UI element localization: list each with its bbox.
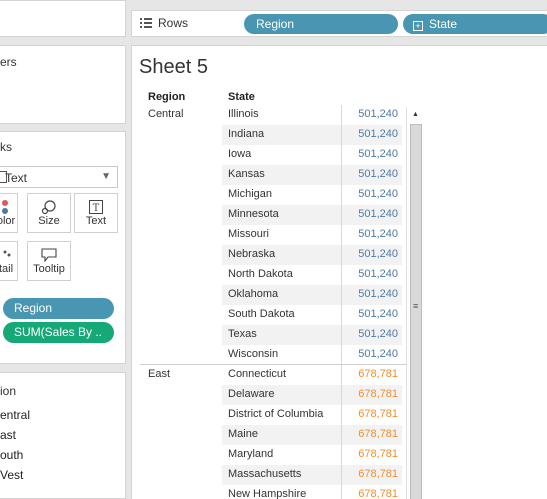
legend-item-west[interactable]: Vest: [0, 468, 23, 482]
sales-value-cell[interactable]: 501,240: [342, 308, 398, 320]
marks-title: ks: [0, 140, 12, 154]
sales-value-cell[interactable]: 678,781: [342, 468, 398, 480]
state-cell[interactable]: Texas: [228, 328, 257, 340]
state-cell[interactable]: Indiana: [228, 128, 264, 140]
sales-value-cell[interactable]: 501,240: [342, 168, 398, 180]
mark-type-label: Text: [5, 171, 28, 185]
sales-value-cell[interactable]: 501,240: [342, 348, 398, 360]
legend-title: ion: [0, 384, 17, 398]
sales-value-cell[interactable]: 678,781: [342, 408, 398, 420]
pages-card: [0, 0, 126, 37]
sheet-canvas: Sheet 5 Region State Central Illinois 501,…: [131, 45, 547, 499]
state-cell[interactable]: Oklahoma: [228, 288, 278, 300]
sales-value-cell[interactable]: 501,240: [342, 228, 398, 240]
state-cell[interactable]: Maryland: [228, 448, 273, 460]
scroll-thumb[interactable]: ≡: [410, 124, 422, 499]
tooltip-icon: [28, 247, 70, 263]
sales-value-cell[interactable]: 678,781: [342, 368, 398, 380]
rows-icon: [140, 18, 152, 28]
state-cell[interactable]: Illinois: [228, 108, 259, 120]
detail-label: tail: [0, 263, 14, 275]
size-icon: [28, 199, 70, 215]
rows-region-pill[interactable]: Region: [244, 14, 398, 34]
legend-item-east[interactable]: ast: [0, 428, 16, 442]
rows-label-text: Rows: [158, 16, 189, 30]
grip-icon: ≡: [413, 301, 419, 311]
header-state[interactable]: State: [228, 91, 255, 103]
scroll-up-icon[interactable]: ▲: [412, 111, 419, 118]
chevron-down-icon: ▼: [101, 171, 111, 182]
state-cell[interactable]: Connecticut: [228, 368, 286, 380]
state-cell[interactable]: Michigan: [228, 188, 272, 200]
marks-sales-pill[interactable]: SUM(Sales By ..: [3, 322, 114, 343]
state-cell[interactable]: Kansas: [228, 168, 265, 180]
text-icon: T: [75, 199, 117, 215]
left-panel: ers ks Text ▼ olor Size T Text: [0, 0, 126, 499]
plus-box-icon: +: [413, 21, 423, 31]
color-dots-icon: [0, 199, 17, 215]
sales-value-cell[interactable]: 501,240: [342, 328, 398, 340]
detail-button[interactable]: tail: [0, 241, 18, 281]
state-cell[interactable]: North Dakota: [228, 268, 293, 280]
region-label[interactable]: Central: [148, 108, 183, 120]
text-label: Text: [85, 215, 107, 227]
rows-shelf: Rows Region + State: [131, 10, 547, 37]
region-legend-card: ion entral ast outh Vest: [0, 372, 126, 499]
size-label: Size: [38, 215, 60, 227]
sales-value-cell[interactable]: 501,240: [342, 288, 398, 300]
legend-item-south[interactable]: outh: [0, 448, 23, 462]
sales-value-cell[interactable]: 501,240: [342, 128, 398, 140]
value-column-divider: [341, 105, 342, 499]
sales-value-cell[interactable]: 501,240: [342, 208, 398, 220]
sales-value-cell[interactable]: 501,240: [342, 148, 398, 160]
rows-state-pill-label: State: [429, 17, 458, 31]
state-cell[interactable]: Delaware: [228, 388, 274, 400]
state-cell[interactable]: Iowa: [228, 148, 251, 160]
marks-region-pill[interactable]: Region: [3, 298, 114, 319]
state-cell[interactable]: Wisconsin: [228, 348, 278, 360]
sales-value-cell[interactable]: 678,781: [342, 428, 398, 440]
header-region[interactable]: Region: [148, 91, 185, 103]
sheet-title: Sheet 5: [139, 56, 208, 78]
tooltip-label: Tooltip: [33, 263, 65, 275]
filters-card: ers: [0, 45, 126, 124]
rows-state-pill[interactable]: + State: [403, 14, 547, 34]
mark-type-select[interactable]: Text ▼: [0, 166, 118, 188]
sales-value-cell[interactable]: 501,240: [342, 108, 398, 120]
state-cell[interactable]: New Hampshire: [228, 488, 306, 499]
marks-card: ks Text ▼ olor Size T Text: [0, 131, 126, 364]
size-button[interactable]: Size: [27, 193, 71, 233]
filters-title: ers: [0, 55, 17, 69]
state-cell[interactable]: Nebraska: [228, 248, 275, 260]
sales-value-cell[interactable]: 501,240: [342, 248, 398, 260]
sales-value-cell[interactable]: 501,240: [342, 188, 398, 200]
legend-item-central[interactable]: entral: [0, 408, 30, 422]
tooltip-button[interactable]: Tooltip: [27, 241, 71, 281]
state-cell[interactable]: Maine: [228, 428, 258, 440]
svg-text:T: T: [93, 203, 100, 214]
sales-value-cell[interactable]: 678,781: [342, 388, 398, 400]
text-button[interactable]: T Text: [74, 193, 118, 233]
state-cell[interactable]: Minnesota: [228, 208, 279, 220]
detail-icon: [0, 247, 17, 263]
sales-value-cell[interactable]: 678,781: [342, 448, 398, 460]
state-cell[interactable]: Missouri: [228, 228, 269, 240]
state-cell[interactable]: Massachusetts: [228, 468, 301, 480]
color-label: olor: [0, 215, 16, 227]
state-cell[interactable]: South Dakota: [228, 308, 295, 320]
state-cell[interactable]: District of Columbia: [228, 408, 323, 420]
region-label[interactable]: East: [148, 368, 170, 380]
color-button[interactable]: olor: [0, 193, 18, 233]
sales-value-cell[interactable]: 678,781: [342, 488, 398, 499]
sales-value-cell[interactable]: 501,240: [342, 268, 398, 280]
rows-shelf-label: Rows: [140, 16, 188, 30]
vertical-scrollbar[interactable]: ▲ ≡: [406, 107, 424, 499]
